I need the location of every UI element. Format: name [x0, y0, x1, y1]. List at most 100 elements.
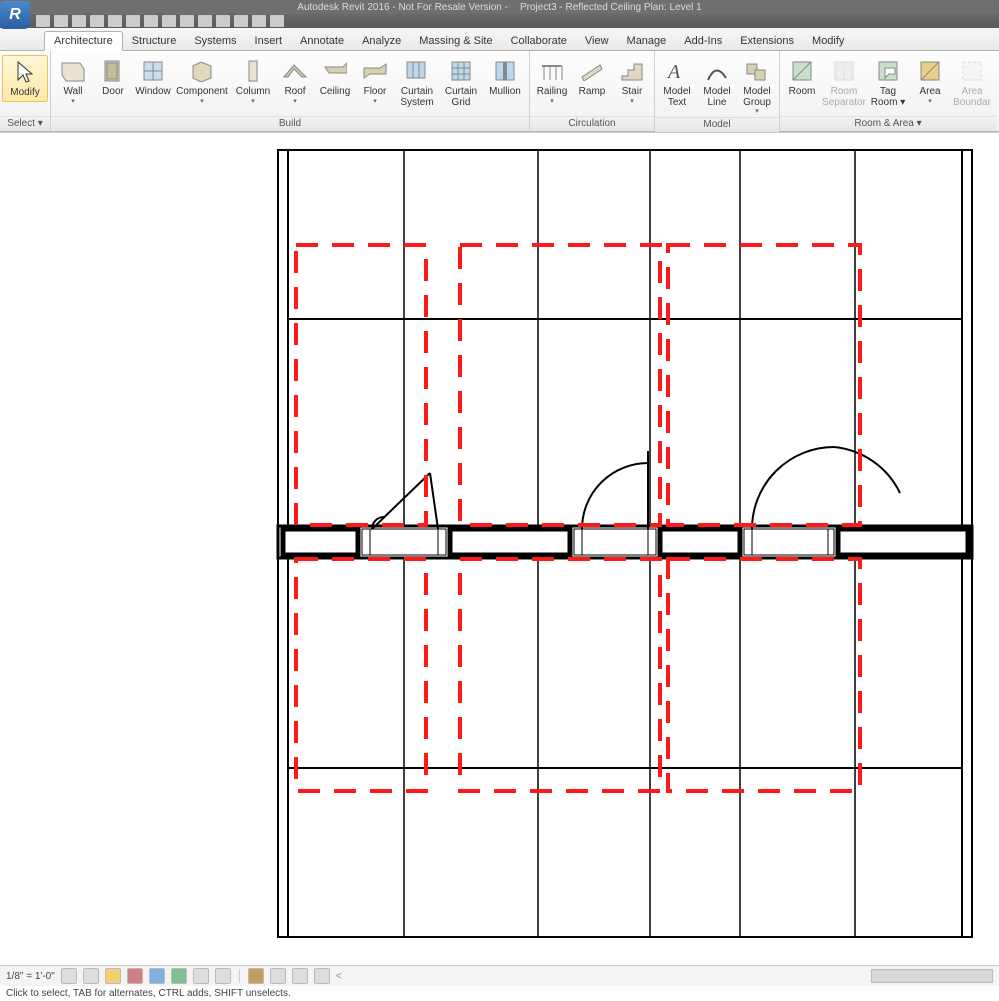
mullion-icon — [491, 57, 519, 85]
room-separator-button[interactable]: Room Separator — [822, 55, 866, 110]
qat-text-icon[interactable] — [162, 15, 176, 27]
area-boundary-button[interactable]: Area Boundar — [950, 55, 994, 110]
tab-view[interactable]: View — [576, 32, 618, 50]
qat-dimension-icon[interactable] — [144, 15, 158, 27]
stair-icon — [618, 57, 646, 85]
panel-select-label[interactable]: Select ▾ — [0, 116, 50, 131]
qat-thin-lines-icon[interactable] — [216, 15, 230, 27]
qat-open-icon[interactable] — [36, 15, 50, 27]
worksharing-icon[interactable] — [292, 968, 308, 984]
analytical-icon[interactable] — [314, 968, 330, 984]
crop-region-icon[interactable] — [193, 968, 209, 984]
qat-undo-icon[interactable] — [72, 15, 86, 27]
room-icon — [788, 57, 816, 85]
svg-text:A: A — [666, 61, 681, 82]
tab-architecture[interactable]: Architecture — [44, 31, 123, 51]
lock-3d-icon[interactable] — [215, 968, 231, 984]
qat-print-icon[interactable] — [108, 15, 122, 27]
ribbon: Modify Select ▾ Wall Door Window Compone… — [0, 51, 999, 132]
wall-icon — [59, 57, 87, 85]
floor-icon — [361, 57, 389, 85]
qat-redo-icon[interactable] — [90, 15, 104, 27]
tab-modify[interactable]: Modify — [803, 32, 853, 50]
room-separator-icon — [830, 57, 858, 85]
app-menu-button[interactable]: R — [0, 1, 30, 29]
temporary-hide-icon[interactable] — [248, 968, 264, 984]
document-title: Project3 - Reflected Ceiling Plan: Level… — [520, 2, 702, 13]
component-icon — [188, 57, 216, 85]
modify-button[interactable]: Modify — [2, 55, 48, 102]
rendering-icon[interactable] — [149, 968, 165, 984]
horizontal-scrollbar[interactable] — [871, 969, 993, 983]
roof-icon — [281, 57, 309, 85]
area-button[interactable]: Area — [910, 55, 950, 107]
qat-switch-icon[interactable] — [252, 15, 266, 27]
ceiling-icon — [321, 57, 349, 85]
tab-annotate[interactable]: Annotate — [291, 32, 353, 50]
area-boundary-icon — [958, 57, 986, 85]
model-group-icon — [743, 57, 771, 85]
model-text-button[interactable]: A Model Text — [657, 55, 697, 110]
curtain-system-icon — [403, 57, 431, 85]
tab-insert[interactable]: Insert — [246, 32, 292, 50]
detail-level-icon[interactable] — [61, 968, 77, 984]
qat-section-icon[interactable] — [198, 15, 212, 27]
ceiling-button[interactable]: Ceiling — [315, 55, 355, 100]
qat-save-icon[interactable] — [54, 15, 68, 27]
qat-3d-icon[interactable] — [180, 15, 194, 27]
sun-path-icon[interactable] — [105, 968, 121, 984]
quick-access-toolbar: R — [0, 14, 999, 28]
door-button[interactable]: Door — [93, 55, 133, 100]
tab-manage[interactable]: Manage — [618, 32, 676, 50]
stair-button[interactable]: Stair — [612, 55, 652, 107]
floor-button[interactable]: Floor — [355, 55, 395, 107]
app-title: Autodesk Revit 2016 - Not For Resale Ver… — [297, 2, 508, 13]
cursor-icon — [11, 58, 39, 86]
room-button[interactable]: Room — [782, 55, 822, 100]
model-line-button[interactable]: Model Line — [697, 55, 737, 110]
ribbon-tabstrip: Architecture Structure Systems Insert An… — [0, 28, 999, 51]
scale-display[interactable]: 1/8" = 1'-0" — [6, 971, 55, 982]
panel-build-label: Build — [51, 116, 529, 131]
railing-button[interactable]: Railing — [532, 55, 572, 107]
curtain-grid-button[interactable]: Curtain Grid — [439, 55, 483, 110]
curtain-grid-icon — [447, 57, 475, 85]
qat-close-hidden-icon[interactable] — [234, 15, 248, 27]
reveal-hidden-icon[interactable] — [270, 968, 286, 984]
area-icon — [916, 57, 944, 85]
shadows-icon[interactable] — [127, 968, 143, 984]
tab-analyze[interactable]: Analyze — [353, 32, 410, 50]
tab-extensions[interactable]: Extensions — [731, 32, 803, 50]
model-line-icon — [703, 57, 731, 85]
qat-customize-icon[interactable] — [270, 15, 284, 27]
curtain-system-button[interactable]: Curtain System — [395, 55, 439, 110]
model-group-button[interactable]: Model Group — [737, 55, 777, 117]
panel-room-area-label[interactable]: Room & Area ▾ — [780, 116, 996, 131]
door-icon — [99, 57, 127, 85]
visual-style-icon[interactable] — [83, 968, 99, 984]
tab-structure[interactable]: Structure — [123, 32, 186, 50]
drawing-canvas[interactable] — [0, 132, 999, 965]
status-bar: 1/8" = 1'-0" < — [0, 965, 999, 986]
tag-room-icon — [874, 57, 902, 85]
crop-view-icon[interactable] — [171, 968, 187, 984]
tab-collaborate[interactable]: Collaborate — [502, 32, 576, 50]
model-text-icon: A — [663, 57, 691, 85]
roof-button[interactable]: Roof — [275, 55, 315, 107]
tag-room-button[interactable]: Tag Room ▾ — [866, 55, 910, 110]
tab-systems[interactable]: Systems — [185, 32, 245, 50]
ramp-button[interactable]: Ramp — [572, 55, 612, 100]
column-icon — [239, 57, 267, 85]
window-button[interactable]: Window — [133, 55, 173, 100]
wall-button[interactable]: Wall — [53, 55, 93, 107]
railing-icon — [538, 57, 566, 85]
mullion-button[interactable]: Mullion — [483, 55, 527, 100]
tab-massing-site[interactable]: Massing & Site — [410, 32, 501, 50]
panel-circulation-label: Circulation — [530, 116, 654, 131]
column-button[interactable]: Column — [231, 55, 275, 107]
tab-add-ins[interactable]: Add-Ins — [675, 32, 731, 50]
component-button[interactable]: Component — [173, 55, 231, 107]
qat-measure-icon[interactable] — [126, 15, 140, 27]
status-hint: Click to select, TAB for alternates, CTR… — [0, 986, 999, 1001]
ramp-icon — [578, 57, 606, 85]
